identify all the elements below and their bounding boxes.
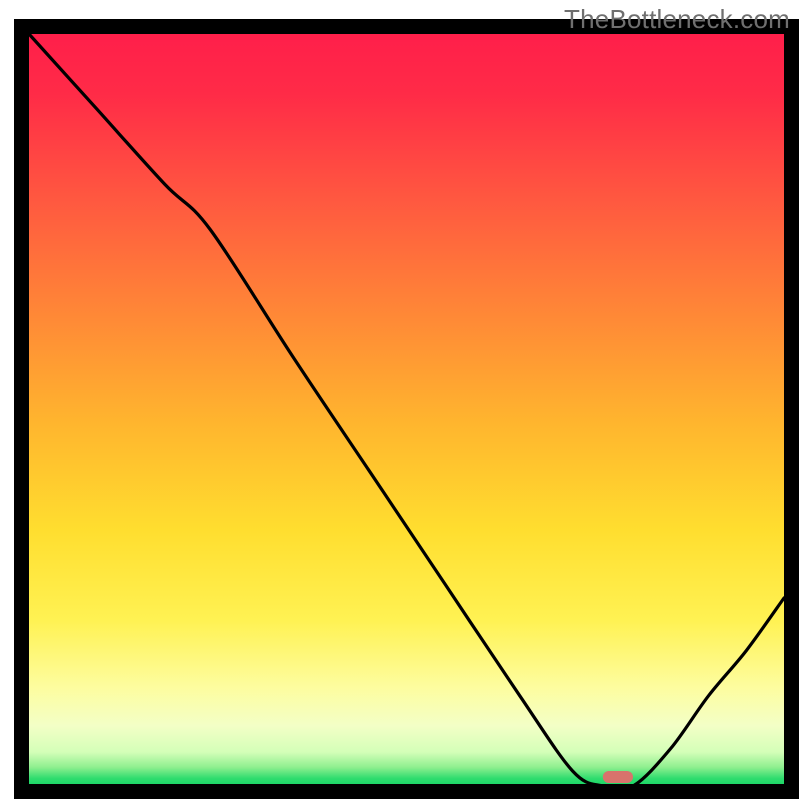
watermark-label: TheBottleneck.com <box>564 4 790 35</box>
optimum-marker <box>603 771 633 783</box>
chart-container: TheBottleneck.com <box>0 0 800 800</box>
bottleneck-chart <box>0 0 800 800</box>
gradient-background <box>29 34 784 786</box>
